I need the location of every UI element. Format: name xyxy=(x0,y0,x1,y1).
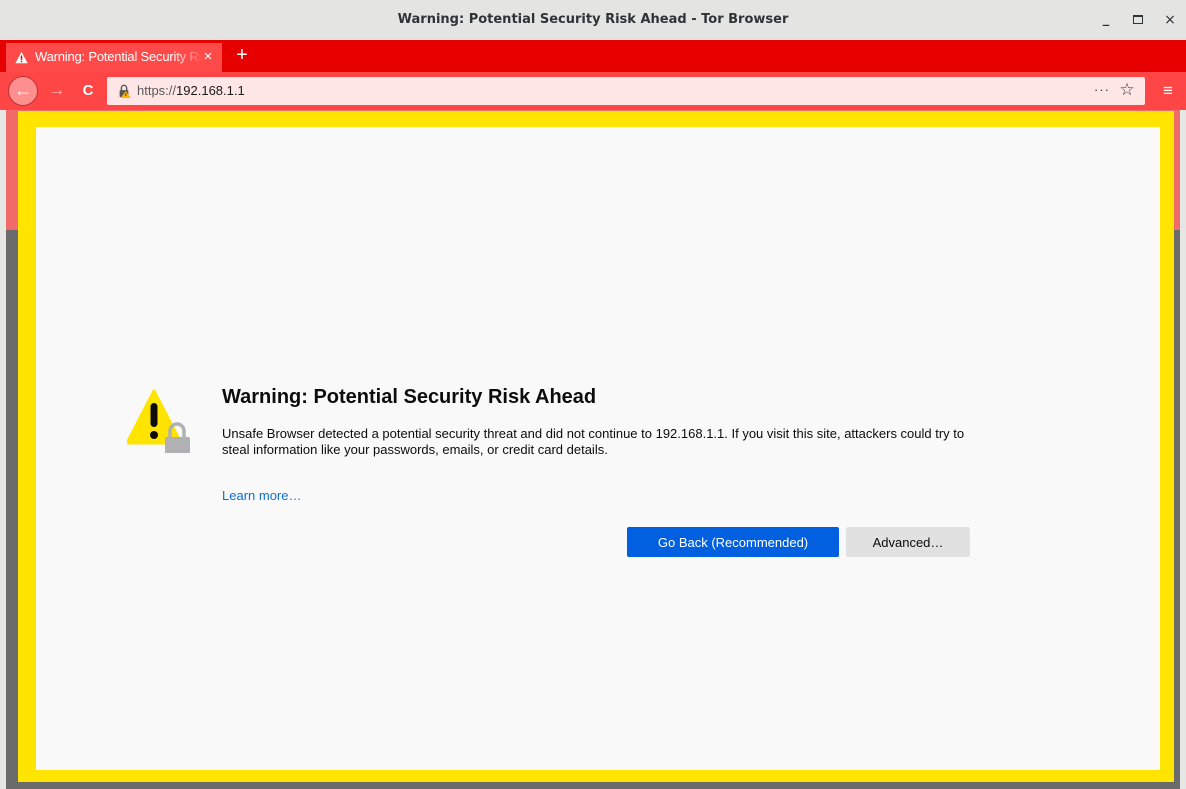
tab-active[interactable]: Warning: Potential Security Risk Ahead × xyxy=(6,43,222,72)
forward-button[interactable]: → xyxy=(47,81,67,101)
close-window-button[interactable]: × xyxy=(1158,8,1182,32)
bookmark-star-icon[interactable]: ☆ xyxy=(1116,79,1138,101)
learn-more-link[interactable]: Learn more… xyxy=(222,488,301,503)
navigation-bar: ← → C https://192.168.1.1 ··· ☆ ≡ xyxy=(0,72,1186,110)
maximize-icon xyxy=(1133,15,1143,24)
minimize-button[interactable]: _ xyxy=(1094,8,1118,32)
insecure-lock-icon[interactable] xyxy=(117,84,131,98)
hamburger-menu-button[interactable]: ≡ xyxy=(1158,81,1178,101)
window-title: Warning: Potential Security Risk Ahead -… xyxy=(397,12,789,27)
title-bar: Warning: Potential Security Risk Ahead -… xyxy=(0,0,1186,41)
url-bar[interactable]: https://192.168.1.1 ··· ☆ xyxy=(107,77,1145,105)
tab-label: Warning: Potential Security Risk Ahead xyxy=(35,49,203,64)
tab-close-icon[interactable]: × xyxy=(200,47,216,67)
page-actions-button[interactable]: ··· xyxy=(1094,77,1110,105)
go-back-button[interactable]: Go Back (Recommended) xyxy=(627,527,839,557)
url-text[interactable]: https://192.168.1.1 xyxy=(137,77,245,105)
warning-icon xyxy=(15,51,28,64)
page-description: Unsafe Browser detected a potential secu… xyxy=(222,426,965,457)
browser-window: Warning: Potential Security Risk Ahead -… xyxy=(0,0,1186,789)
new-tab-button[interactable]: + xyxy=(231,42,253,68)
url-host: 192.168.1.1 xyxy=(176,83,245,98)
advanced-button[interactable]: Advanced… xyxy=(846,527,970,557)
tab-strip: Warning: Potential Security Risk Ahead × xyxy=(0,40,1186,72)
warning-lock-icon xyxy=(127,389,190,453)
back-button[interactable]: ← xyxy=(8,76,38,106)
maximize-button[interactable] xyxy=(1126,8,1150,32)
url-scheme: https:// xyxy=(137,83,177,98)
reload-button[interactable]: C xyxy=(78,81,98,101)
page-heading: Warning: Potential Security Risk Ahead xyxy=(222,386,597,408)
